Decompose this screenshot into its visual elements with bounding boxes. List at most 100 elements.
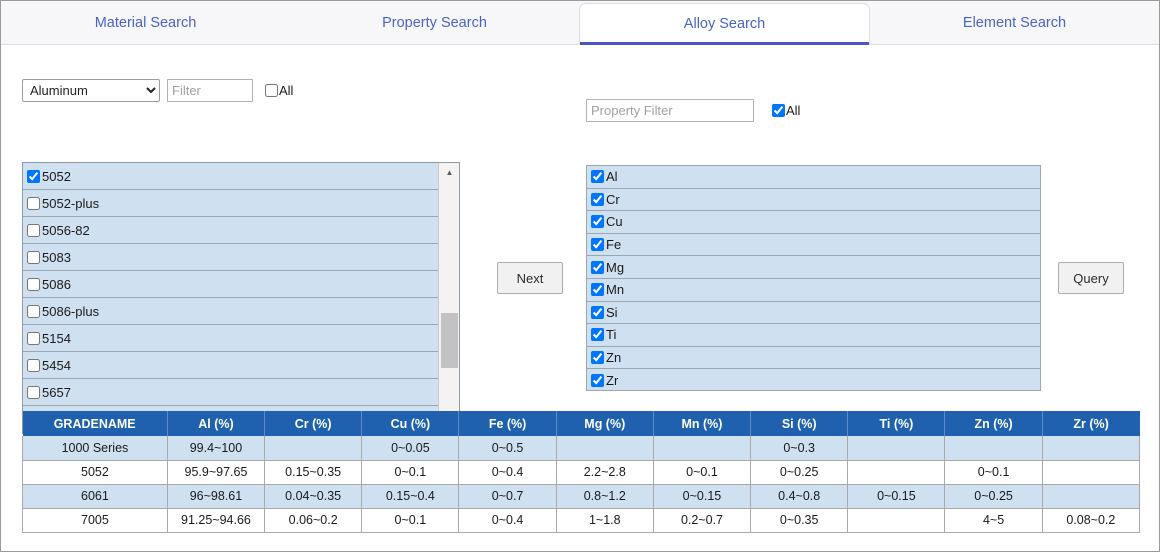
results-table: GRADENAME Al (%) Cr (%) Cu (%) Fe (%) Mg (%) M… [22, 411, 1141, 533]
element-list-item[interactable]: Mg [587, 256, 1040, 279]
element-list-item[interactable]: Cr [587, 188, 1040, 212]
element-item-checkbox[interactable] [591, 283, 604, 297]
element-item-checkbox[interactable] [591, 238, 604, 252]
element-item-checkbox[interactable] [591, 305, 604, 319]
element-item-checkbox[interactable] [591, 192, 604, 206]
table-cell: 0.8~1.2 [555, 484, 654, 509]
table-cell: 4~5 [944, 508, 1043, 533]
alloy-list[interactable]: 5052 5052-plus 5056-82 5083 5086 5086-plus 515… [23, 163, 438, 433]
tab-element-search[interactable]: Element Search [870, 1, 1159, 44]
alloy-list-item[interactable]: 5657 [23, 379, 438, 406]
table-column-header: Ti (%) [847, 411, 946, 436]
element-item-label: Zn [606, 350, 622, 366]
next-button[interactable]: Next [497, 262, 563, 294]
element-list-item[interactable]: Al [587, 166, 1040, 189]
alloy-item-checkbox[interactable] [27, 169, 40, 183]
table-cell [847, 508, 946, 533]
property-filter-input[interactable] [586, 99, 754, 122]
table-cell: 0.04~0.35 [264, 484, 363, 509]
element-item-checkbox[interactable] [591, 215, 604, 229]
alloy-all-checkbox[interactable] [265, 84, 278, 97]
table-cell: 0~0.4 [458, 508, 557, 533]
element-item-label: Mn [606, 282, 625, 298]
table-cell: 96~98.61 [166, 484, 266, 509]
table-cell [652, 436, 752, 461]
scroll-up-arrow-icon[interactable]: ▲ [439, 163, 459, 181]
scrollbar-thumb[interactable] [441, 313, 458, 368]
query-button[interactable]: Query [1058, 262, 1124, 294]
alloy-item-label: 5052-plus [42, 195, 100, 211]
table-cell: 0~0.25 [944, 484, 1043, 509]
alloy-item-checkbox[interactable] [27, 277, 40, 291]
alloy-list-scrollbar[interactable]: ▲ ▼ [438, 163, 459, 433]
tab-alloy-search[interactable]: Alloy Search [579, 3, 870, 45]
tab-label: Material Search [94, 14, 197, 31]
alloy-item-checkbox[interactable] [27, 250, 40, 264]
property-all-checkbox[interactable] [772, 104, 785, 117]
alloy-list-item[interactable]: 5056-82 [23, 217, 438, 244]
element-list-item[interactable]: Fe [587, 233, 1040, 257]
element-item-checkbox[interactable] [591, 170, 604, 184]
alloy-list-item[interactable]: 5052-plus [23, 190, 438, 217]
alloy-item-checkbox[interactable] [27, 223, 40, 237]
table-cell [264, 436, 363, 461]
table-cell: 0~0.7 [458, 484, 557, 509]
table-cell: 0~0.05 [361, 436, 460, 461]
table-cell: 0~0.15 [652, 484, 752, 509]
alloy-item-checkbox[interactable] [27, 331, 40, 345]
table-cell: 0~0.35 [750, 508, 849, 533]
element-item-label: Fe [606, 237, 622, 253]
element-list-item[interactable]: Mn [587, 278, 1040, 302]
element-list-item[interactable]: Ti [587, 324, 1040, 347]
alloy-item-checkbox[interactable] [27, 304, 40, 318]
material-type-select[interactable]: Aluminum [22, 79, 160, 102]
alloy-list-item[interactable]: 5086 [23, 271, 438, 298]
element-list-item[interactable]: Zn [587, 346, 1040, 370]
alloy-item-label: 5052 [42, 168, 71, 184]
alloy-listbox[interactable]: 5052 5052-plus 5056-82 5083 5086 5086-plus 515… [22, 162, 460, 434]
element-list-item[interactable]: Zr [587, 369, 1040, 390]
table-column-header: Zn (%) [944, 411, 1043, 436]
alloy-item-label: 5154 [42, 330, 71, 346]
results-table-head: GRADENAME Al (%) Cr (%) Cu (%) Fe (%) Mg (%) M… [22, 411, 1140, 436]
alloy-list-item[interactable]: 5086-plus [23, 298, 438, 325]
element-item-checkbox[interactable] [591, 260, 604, 274]
property-all-checkbox-wrap[interactable]: All [772, 103, 800, 118]
tab-label: Alloy Search [683, 16, 766, 32]
table-cell [1041, 484, 1141, 509]
element-item-checkbox[interactable] [591, 328, 604, 342]
table-cell: 0.4~0.8 [750, 484, 849, 509]
tab-bar: Material Search Property Search Alloy Se… [1, 1, 1159, 45]
element-item-label: Cr [606, 191, 620, 207]
element-list-item[interactable]: Si [587, 301, 1040, 325]
alloy-filter-input[interactable] [167, 79, 253, 102]
element-item-checkbox[interactable] [591, 373, 604, 387]
element-list-item[interactable]: Cu [587, 211, 1040, 234]
table-cell: 0.15~0.35 [264, 460, 363, 485]
element-item-label: Si [606, 304, 618, 320]
element-listbox[interactable]: Al Cr Cu Fe Mg Mn Si Ti Zn Zr [586, 165, 1041, 391]
alloy-all-checkbox-wrap[interactable]: All [265, 83, 293, 98]
table-cell: 0.06~0.2 [264, 508, 363, 533]
alloy-list-item[interactable]: 5154 [23, 325, 438, 352]
alloy-item-checkbox[interactable] [27, 385, 40, 399]
alloy-list-item[interactable]: 5083 [23, 244, 438, 271]
table-column-header: Zr (%) [1042, 411, 1140, 436]
tab-property-search[interactable]: Property Search [290, 1, 579, 44]
alloy-list-item[interactable]: 5052 [23, 163, 438, 190]
alloy-item-label: 5083 [42, 249, 71, 265]
table-cell: 0.2~0.7 [652, 508, 752, 533]
table-cell [1041, 460, 1141, 485]
table-column-header: GRADENAME [22, 411, 168, 436]
table-cell: 0.08~0.2 [1041, 508, 1141, 533]
alloy-item-label: 5056-82 [42, 222, 90, 238]
table-cell: 0.15~0.4 [361, 484, 460, 509]
alloy-item-checkbox[interactable] [27, 358, 40, 372]
alloy-list-item[interactable]: 5454 [23, 352, 438, 379]
alloy-list-inner: 5052 5052-plus 5056-82 5083 5086 5086-plus 515… [23, 163, 459, 433]
tab-material-search[interactable]: Material Search [1, 1, 290, 44]
table-cell: 2.2~2.8 [555, 460, 654, 485]
alloy-item-checkbox[interactable] [27, 196, 40, 210]
element-item-checkbox[interactable] [591, 351, 604, 365]
element-list[interactable]: Al Cr Cu Fe Mg Mn Si Ti Zn Zr [587, 166, 1040, 390]
